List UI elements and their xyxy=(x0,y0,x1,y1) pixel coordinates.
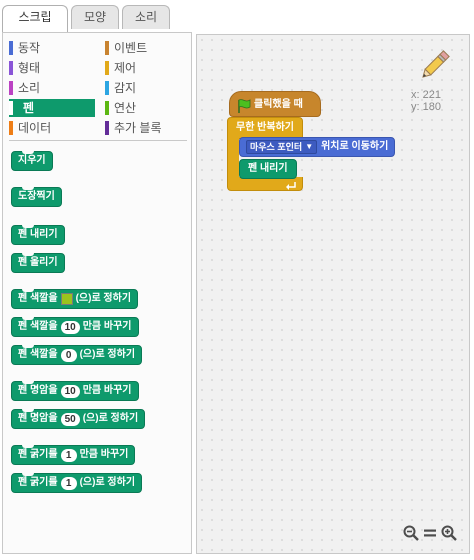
zoom-in-icon[interactable] xyxy=(441,525,457,541)
category-label: 소리 xyxy=(18,81,41,95)
block-palette: 동작 형태 소리 펜 데이터 이벤트 제어 감지 연산 추가 블록 지우기 도장… xyxy=(2,32,192,554)
pencil-icon xyxy=(417,47,453,83)
category-operators[interactable]: 연산 xyxy=(105,99,185,117)
category-swatch xyxy=(105,41,109,55)
category-label: 펜 xyxy=(23,101,35,115)
category-swatch xyxy=(105,101,109,115)
palette-divider xyxy=(9,140,187,141)
block-label: 펜 굵기를 xyxy=(18,449,58,460)
block-label: 펜 내리기 xyxy=(18,229,58,240)
green-flag-icon xyxy=(236,98,252,114)
number-input[interactable]: 1 xyxy=(60,448,77,462)
pen-down-script-block[interactable]: 펜 내리기 xyxy=(239,159,297,179)
block-label: 지우기 xyxy=(18,155,46,166)
dropdown-value: 마우스 포인터 xyxy=(250,142,303,152)
category-label: 데이터 xyxy=(18,121,52,135)
category-swatch xyxy=(9,61,13,75)
sprite-coordinates: x: 221 y: 180 xyxy=(411,89,455,113)
block-change-pen-size-by[interactable]: 펜 굵기를 1 만큼 바꾸기 xyxy=(11,445,136,465)
category-swatch xyxy=(105,121,109,135)
color-picker-slot[interactable] xyxy=(60,293,73,305)
block-label: 펜 색깔을 xyxy=(18,293,58,304)
chevron-down-icon: ▼ xyxy=(305,142,314,151)
category-motion[interactable]: 동작 xyxy=(9,39,97,57)
block-label: 위치로 이동하기 xyxy=(321,141,389,152)
category-swatch xyxy=(105,81,109,95)
category-swatch xyxy=(9,121,13,135)
block-label: 도장찍기 xyxy=(18,191,55,202)
number-input[interactable]: 50 xyxy=(60,412,80,426)
block-label: (으)로 정하기 xyxy=(79,477,136,488)
block-set-pen-shade-to[interactable]: 펜 명암을 50 (으)로 정하기 xyxy=(11,409,146,429)
block-label: (으)로 정하기 xyxy=(75,293,132,304)
block-change-pen-shade-by[interactable]: 펜 명암을 10 만큼 바꾸기 xyxy=(11,381,139,401)
block-label: 펜 굵기를 xyxy=(18,477,58,488)
category-sound[interactable]: 소리 xyxy=(9,79,97,97)
block-pen-up[interactable]: 펜 올리기 xyxy=(11,253,65,273)
tab-costumes[interactable]: 모양 xyxy=(71,5,119,29)
category-looks[interactable]: 형태 xyxy=(9,59,97,77)
category-control[interactable]: 제어 xyxy=(105,59,185,77)
block-set-pen-color-to-number[interactable]: 펜 색깔을 0 (으)로 정하기 xyxy=(11,345,143,365)
category-more-blocks[interactable]: 추가 블록 xyxy=(105,119,185,137)
forever-block-arm xyxy=(227,137,239,181)
category-label: 연산 xyxy=(114,101,137,115)
go-to-target-dropdown[interactable]: 마우스 포인터 ▼ xyxy=(246,140,318,154)
block-clear[interactable]: 지우기 xyxy=(11,151,53,171)
category-events[interactable]: 이벤트 xyxy=(105,39,185,57)
block-label: (으)로 정하기 xyxy=(82,413,139,424)
number-input[interactable]: 10 xyxy=(60,320,80,334)
block-label: 만큼 바꾸기 xyxy=(79,449,129,460)
block-label: 펜 내리기 xyxy=(248,163,288,174)
number-input[interactable]: 1 xyxy=(60,476,77,490)
block-pen-down[interactable]: 펜 내리기 xyxy=(11,225,65,245)
category-label: 형태 xyxy=(18,61,41,75)
category-label: 추가 블록 xyxy=(114,121,162,135)
sprite-x: x: 221 xyxy=(411,89,441,101)
block-label: (으)로 정하기 xyxy=(79,349,136,360)
block-label: 펜 색깔을 xyxy=(18,321,58,332)
category-pen[interactable]: 펜 xyxy=(9,99,95,117)
category-label: 동작 xyxy=(18,41,41,55)
when-flag-clicked-block[interactable]: 클릭했을 때 xyxy=(229,91,321,117)
zoom-controls xyxy=(403,525,457,541)
category-label: 제어 xyxy=(114,61,137,75)
loop-arrow-icon xyxy=(285,179,297,190)
block-label: 클릭했을 때 xyxy=(254,99,303,110)
zoom-reset-icon[interactable] xyxy=(422,525,438,541)
block-label: 펜 올리기 xyxy=(18,257,58,268)
category-swatch xyxy=(9,41,13,55)
script-area[interactable]: x: 221 y: 180 클릭했을 때 무한 반복하기 마우스 포인터 ▼ 위… xyxy=(196,34,470,554)
category-swatch xyxy=(105,61,109,75)
block-label: 펜 명암을 xyxy=(18,385,58,396)
category-sensing[interactable]: 감지 xyxy=(105,79,185,97)
number-input[interactable]: 0 xyxy=(60,348,77,362)
block-change-pen-color-by[interactable]: 펜 색깔을 10 만큼 바꾸기 xyxy=(11,317,139,337)
category-swatch xyxy=(9,81,13,95)
category-label: 감지 xyxy=(114,81,137,95)
tab-scripts[interactable]: 스크립트 xyxy=(2,5,68,47)
forever-block-header: 무한 반복하기 xyxy=(227,117,303,139)
sprite-y: y: 180 xyxy=(411,101,441,113)
category-label: 이벤트 xyxy=(114,41,148,55)
block-set-pen-color-to-swatch[interactable]: 펜 색깔을 (으)로 정하기 xyxy=(11,289,139,309)
go-to-block[interactable]: 마우스 포인터 ▼ 위치로 이동하기 xyxy=(239,137,396,157)
block-label: 펜 명암을 xyxy=(18,413,58,424)
block-label: 만큼 바꾸기 xyxy=(82,385,132,396)
category-data[interactable]: 데이터 xyxy=(9,119,97,137)
tab-sounds[interactable]: 소리 xyxy=(122,5,170,29)
block-label: 무한 반복하기 xyxy=(236,122,294,133)
block-stamp[interactable]: 도장찍기 xyxy=(11,187,62,207)
number-input[interactable]: 10 xyxy=(60,384,80,398)
block-set-pen-size-to[interactable]: 펜 굵기를 1 (으)로 정하기 xyxy=(11,473,143,493)
zoom-out-icon[interactable] xyxy=(403,525,419,541)
block-label: 만큼 바꾸기 xyxy=(82,321,132,332)
block-label: 펜 색깔을 xyxy=(18,349,58,360)
tab-bar: 스크립트 모양 소리 xyxy=(2,5,173,47)
category-swatch xyxy=(9,101,13,115)
